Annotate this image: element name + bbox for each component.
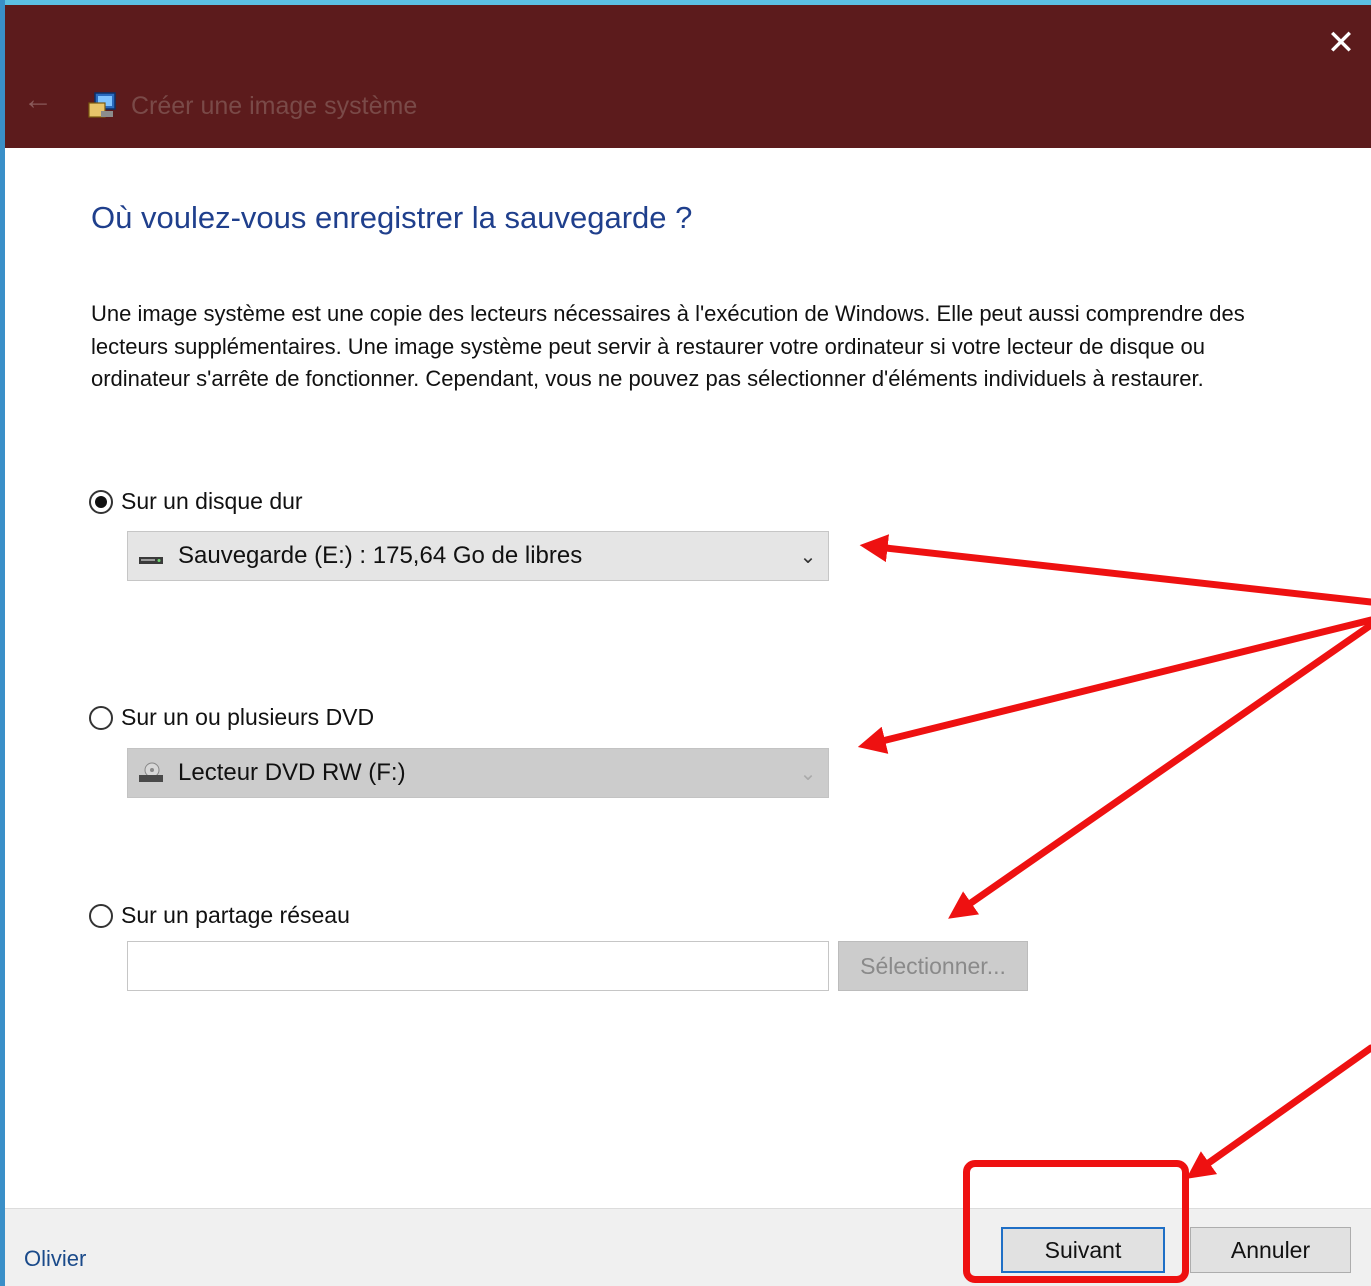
hard-disk-label: Sur un disque dur <box>121 488 303 514</box>
dvd-drive-icon <box>139 762 163 782</box>
dialog-footer: Suivant Annuler <box>5 1208 1371 1286</box>
cancel-button[interactable]: Annuler <box>1190 1227 1351 1273</box>
system-image-icon <box>88 92 116 118</box>
hard-disk-radio[interactable] <box>89 489 113 514</box>
dvd-selected-value: Lecteur DVD RW (F:) <box>178 759 406 786</box>
hard-disk-selected-value: Sauvegarde (E:) : 175,64 Go de libres <box>178 542 583 569</box>
window-title: Créer une image système <box>131 92 418 120</box>
network-option[interactable]: Sur un partage réseau <box>89 902 350 929</box>
dvd-select[interactable]: Lecteur DVD RW (F:) ⌄ <box>127 748 829 798</box>
network-radio[interactable] <box>89 903 113 928</box>
dvd-label: Sur un ou plusieurs DVD <box>121 704 375 730</box>
hard-disk-select[interactable]: Sauvegarde (E:) : 175,64 Go de libres ⌄ <box>127 531 829 581</box>
content-area: Où voulez-vous enregistrer la sauvegarde… <box>5 148 1371 1208</box>
chevron-down-icon: ⌄ <box>799 762 817 785</box>
select-network-button[interactable]: Sélectionner... <box>838 941 1028 991</box>
close-icon: ✕ <box>1326 24 1356 62</box>
chevron-down-icon: ⌄ <box>799 545 817 568</box>
page-heading: Où voulez-vous enregistrer la sauvegarde… <box>91 200 693 235</box>
network-path-input[interactable] <box>127 941 829 991</box>
dvd-option[interactable]: Sur un ou plusieurs DVD <box>89 704 374 731</box>
close-button[interactable]: ✕ <box>1311 15 1371 71</box>
dvd-radio[interactable] <box>89 705 113 730</box>
next-button[interactable]: Suivant <box>1001 1227 1165 1273</box>
title-bar: ✕ ← Créer une image système <box>5 5 1371 148</box>
network-label: Sur un partage réseau <box>121 902 350 928</box>
page-description: Une image système est une copie des lect… <box>91 301 1245 391</box>
hard-drive-icon <box>139 557 163 564</box>
author-watermark: Olivier <box>24 1246 87 1271</box>
hard-disk-option[interactable]: Sur un disque dur <box>89 488 303 515</box>
back-arrow-icon[interactable]: ← <box>23 85 53 115</box>
create-system-image-window: ✕ ← Créer une image système Où voulez-vo… <box>5 5 1371 1286</box>
